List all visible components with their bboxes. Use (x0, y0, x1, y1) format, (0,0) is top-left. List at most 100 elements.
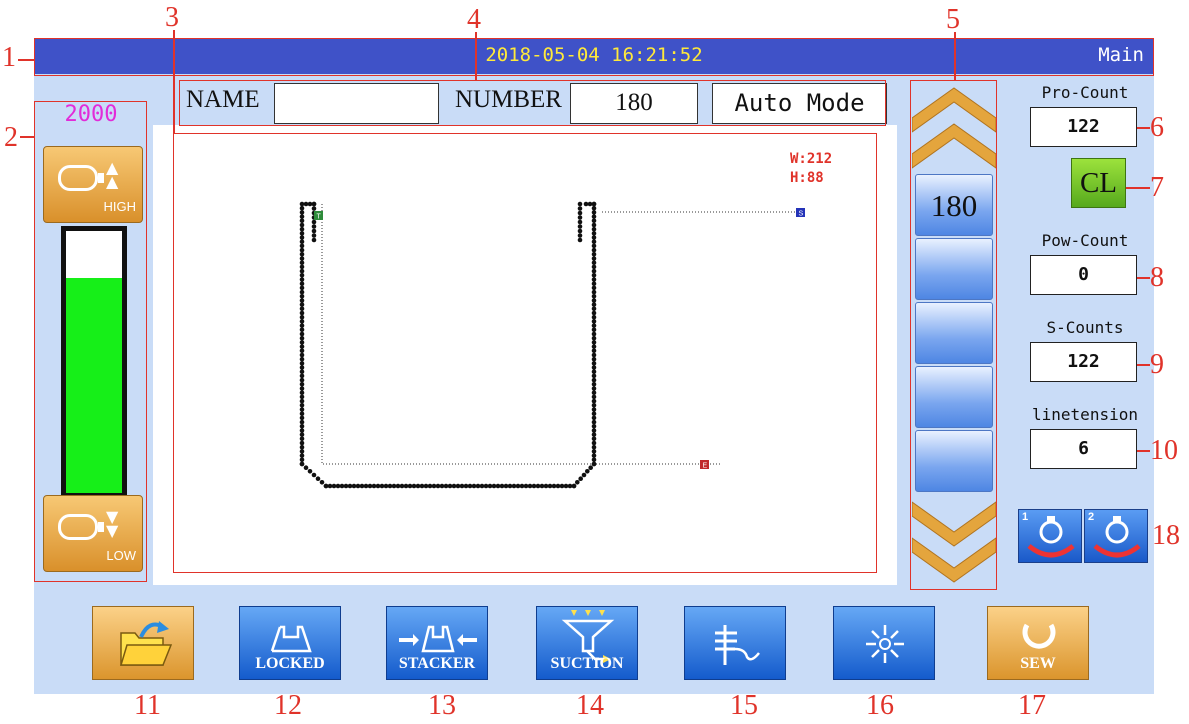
stitch-point (339, 483, 345, 489)
folder-open-icon (119, 621, 173, 666)
lamp-2-button[interactable]: 2 (1084, 509, 1148, 563)
line-tension-field[interactable]: 6 (1030, 429, 1137, 469)
stitch-point (591, 444, 597, 450)
stacker-button[interactable]: STACKER (386, 606, 488, 680)
stitch-point (591, 298, 597, 303)
pro-count-label: Pro-Count (1041, 83, 1129, 102)
needle-button-5[interactable] (915, 430, 993, 492)
stitch-point (591, 457, 597, 463)
pro-count-field[interactable]: 122 (1030, 107, 1137, 147)
number-field[interactable]: 180 (570, 83, 698, 124)
pattern-canvas[interactable]: T S E W:212 H:88 (173, 133, 877, 573)
stitch-point (591, 289, 597, 295)
stitch-point (591, 411, 597, 417)
stitch-point (479, 483, 485, 489)
stitch-point (577, 237, 583, 243)
stitch-point (371, 483, 377, 489)
stitch-point (415, 483, 421, 489)
needle-button-1[interactable]: 180 (915, 174, 993, 236)
callout-17: 17 (1018, 690, 1046, 721)
stitch-point (591, 281, 597, 286)
name-field[interactable] (274, 83, 439, 124)
stitch-point (559, 483, 565, 489)
stitch-point (299, 331, 305, 337)
callout-6: 6 (1150, 112, 1164, 143)
pow-count-field[interactable]: 0 (1030, 255, 1137, 295)
stitch-point (539, 483, 545, 489)
stitch-point (591, 264, 597, 270)
callout-15: 15 (730, 690, 758, 721)
stitch-point (591, 235, 597, 240)
stitch-point (411, 483, 417, 489)
mode-display[interactable]: Auto Mode (712, 83, 887, 124)
s-counts-label: S-Counts (1046, 318, 1124, 337)
stitch-point (299, 214, 305, 219)
stitch-point (591, 273, 597, 278)
stitch-point (299, 277, 305, 282)
clear-count-button[interactable]: CL (1071, 158, 1126, 208)
stitch-point (591, 348, 597, 354)
stitch-point (591, 461, 597, 467)
stitch-point (299, 226, 305, 232)
stitch-point (399, 483, 405, 489)
stitch-point (403, 483, 409, 489)
callout-4: 4 (467, 4, 481, 35)
scroll-up-chevron-icon[interactable] (912, 84, 996, 172)
speed-bar-fill (66, 278, 122, 493)
needle-button-4[interactable] (915, 366, 993, 428)
lamp-1-button[interactable]: 1 (1018, 509, 1082, 563)
needle-button-2[interactable] (915, 238, 993, 300)
stitch-point (491, 483, 497, 489)
stitch-point (591, 440, 597, 446)
stitch-point (585, 469, 590, 474)
needle-button-3[interactable] (915, 302, 993, 364)
stitch-point (591, 352, 597, 358)
thread-marker-label: T (317, 214, 322, 221)
s-counts-field[interactable]: 122 (1030, 342, 1137, 382)
stitch-point (591, 252, 597, 257)
stitch-point (367, 483, 373, 489)
open-file-button[interactable] (92, 606, 194, 680)
light-button[interactable] (833, 606, 935, 680)
stitch-point (475, 483, 481, 489)
sew-button[interactable]: SEW (987, 606, 1089, 680)
stitch-point (467, 483, 473, 489)
stitch-point (577, 206, 583, 211)
stitch-point (299, 382, 305, 387)
stitch-point (427, 483, 433, 489)
thread-button[interactable] (684, 606, 786, 680)
stitch-point (311, 206, 317, 211)
speed-down-button[interactable]: ▼ ▼ LOW (43, 495, 143, 572)
stitch-point (495, 483, 501, 489)
stitch-point (299, 210, 305, 215)
stitch-point (591, 398, 597, 404)
stitch-point (299, 432, 305, 437)
stitch-point (577, 233, 583, 238)
stitch-point (591, 382, 597, 387)
speed-bar[interactable] (61, 226, 127, 498)
stitch-point (583, 201, 589, 207)
suction-label: SUCTION (550, 655, 624, 672)
stitch-point (299, 256, 305, 261)
callout-8: 8 (1150, 262, 1164, 293)
suction-button[interactable]: SUCTION (536, 606, 638, 680)
stitch-point (299, 407, 305, 412)
stitch-point (591, 323, 597, 328)
stitch-point (591, 306, 597, 312)
stitch-point (591, 247, 597, 253)
locked-button[interactable]: LOCKED (239, 606, 341, 680)
stitch-point (575, 480, 580, 485)
stitch-point (299, 377, 305, 383)
stitch-point (511, 483, 517, 489)
stitch-point (299, 411, 305, 417)
stitch-point (577, 201, 583, 207)
speed-up-button[interactable]: ▲ ▲ HIGH (43, 146, 143, 223)
stitch-point (463, 483, 469, 489)
stitch-point (507, 483, 513, 489)
scroll-down-chevron-icon[interactable] (912, 498, 996, 586)
stitch-point (299, 273, 305, 278)
thread-icon (715, 625, 760, 665)
light-burst-icon (866, 625, 904, 663)
stitch-point (591, 218, 597, 224)
stitch-point (439, 483, 445, 489)
